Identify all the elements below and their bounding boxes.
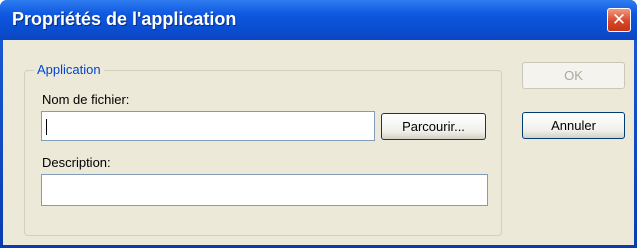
ok-button[interactable]: OK [522, 62, 625, 89]
cancel-button-label: Annuler [551, 118, 596, 133]
filename-label: Nom de fichier: [42, 92, 130, 107]
close-button[interactable]: ✕ [607, 8, 631, 32]
filename-input[interactable] [41, 111, 375, 141]
ok-button-label: OK [564, 68, 583, 83]
dialog-title: Propriétés de l'application [12, 9, 237, 29]
browse-button-label: Parcourir... [402, 119, 465, 134]
description-input[interactable] [41, 174, 488, 206]
text-caret [46, 119, 47, 135]
title-bar[interactable]: Propriétés de l'application ✕ [0, 0, 637, 40]
description-label: Description: [42, 155, 111, 170]
properties-dialog: Propriétés de l'application ✕ Applicatio… [0, 0, 637, 248]
cancel-button[interactable]: Annuler [522, 112, 625, 139]
browse-button[interactable]: Parcourir... [381, 113, 486, 140]
close-icon: ✕ [611, 10, 627, 29]
dialog-client-area: Application Nom de fichier: Parcourir...… [3, 40, 634, 245]
group-legend: Application [34, 62, 104, 77]
